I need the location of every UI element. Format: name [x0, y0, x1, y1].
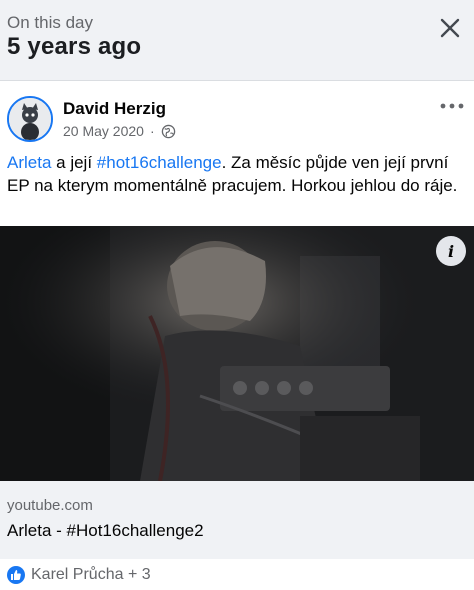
post-text: Arleta a její #hot16challenge. Za měsíc … — [7, 151, 467, 197]
video-thumbnail[interactable]: i — [0, 226, 474, 481]
memories-header: On this day 5 years ago — [0, 0, 474, 80]
reaction-summary: Karel Průcha + 3 — [31, 566, 151, 583]
video-frame-image — [0, 226, 474, 481]
header-subtitle: On this day — [7, 13, 93, 32]
author-name[interactable]: David Herzig — [63, 99, 166, 119]
more-horizontal-icon — [440, 103, 464, 109]
meta-separator: · — [149, 123, 155, 139]
link-preview[interactable]: youtube.com Arleta - #Hot16challenge2 — [0, 481, 474, 559]
mention-link[interactable]: Arleta — [7, 153, 51, 172]
like-icon — [7, 566, 25, 584]
hashtag-link[interactable]: #hot16challenge — [97, 153, 222, 172]
link-domain: youtube.com — [7, 497, 93, 514]
info-button[interactable]: i — [436, 236, 466, 266]
post-card: David Herzig 20 May 2020 · Arleta a její… — [0, 80, 474, 590]
post-meta: 20 May 2020 · — [63, 123, 176, 139]
post-date[interactable]: 20 May 2020 — [63, 123, 144, 139]
close-button[interactable] — [434, 12, 466, 44]
avatar-image — [9, 98, 51, 140]
header-title: 5 years ago — [7, 33, 142, 60]
globe-icon — [161, 124, 175, 138]
info-icon: i — [447, 241, 455, 261]
reactions-bar[interactable]: Karel Průcha + 3 — [0, 559, 474, 590]
avatar[interactable] — [7, 96, 53, 142]
link-title: Arleta - #Hot16challenge2 — [7, 521, 204, 540]
more-options-button[interactable] — [438, 99, 466, 113]
close-icon — [440, 18, 460, 38]
post-text-part1: a její — [51, 153, 97, 172]
